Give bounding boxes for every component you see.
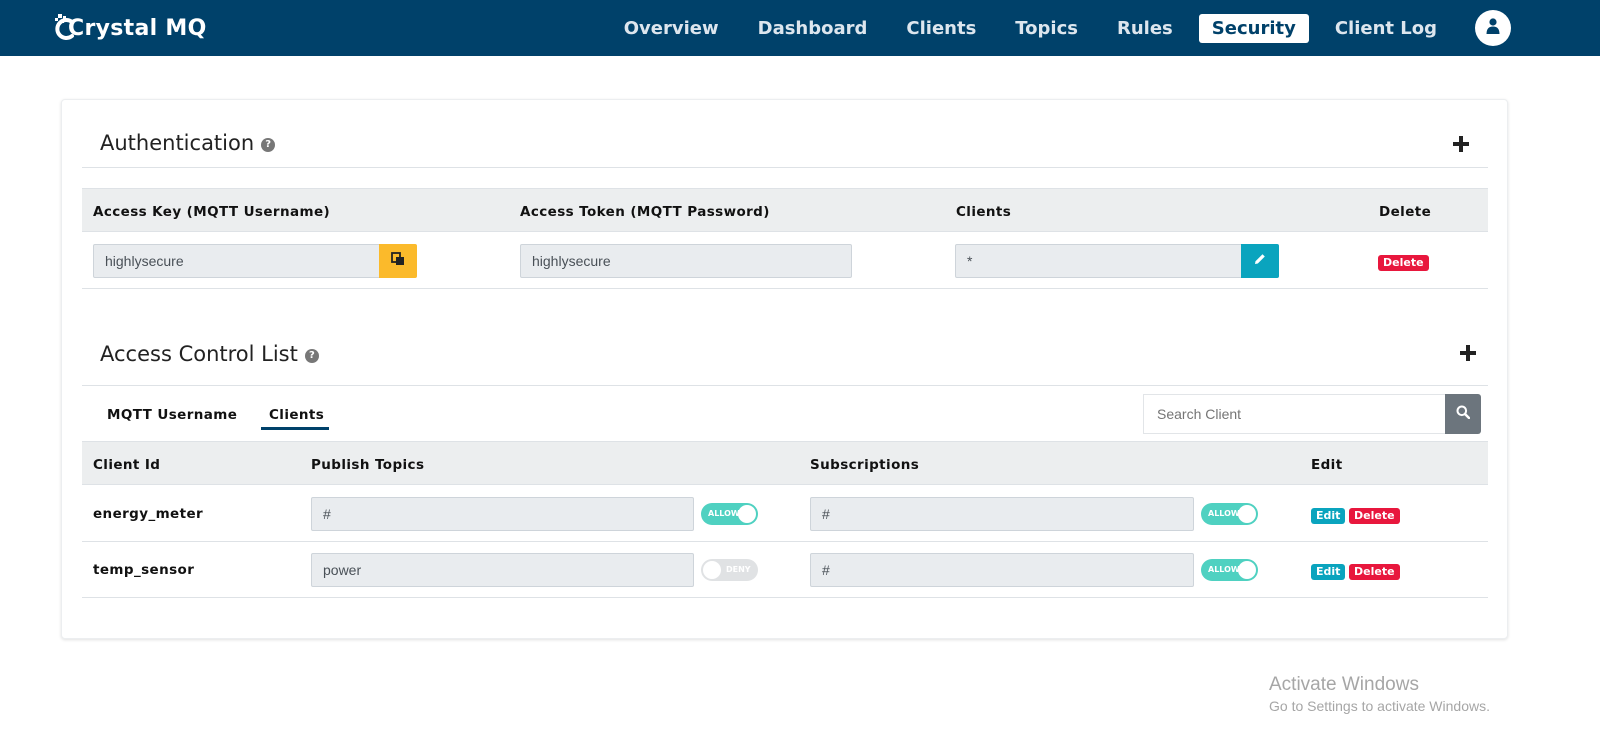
- search-button[interactable]: [1445, 394, 1481, 434]
- nav-links: Overview Dashboard Clients Topics Rules …: [598, 0, 1450, 56]
- copy-icon: [391, 251, 405, 271]
- watermark-line-1: Activate Windows: [1269, 674, 1419, 695]
- header-edit: Edit: [1311, 457, 1343, 473]
- auth-clients-field[interactable]: *: [955, 244, 1242, 278]
- header-clients: Clients: [956, 204, 1012, 220]
- client-id-cell: energy_meter: [93, 506, 204, 522]
- auth-row-divider: [82, 288, 1488, 289]
- toggle-knob: [703, 561, 721, 579]
- access-token-field[interactable]: highlysecure: [520, 244, 852, 278]
- acl-table-header: Client Id Publish Topics Subscriptions E…: [82, 441, 1488, 485]
- toggle-knob: [1238, 561, 1256, 579]
- user-avatar-button[interactable]: [1475, 10, 1511, 46]
- publish-deny-toggle[interactable]: DENY: [701, 559, 758, 581]
- toggle-knob: [738, 505, 756, 523]
- question-circle-icon[interactable]: ?: [304, 348, 319, 363]
- header-access-key: Access Key (MQTT Username): [93, 204, 331, 220]
- top-navbar: Crystal MQ Overview Dashboard Clients To…: [0, 0, 1600, 56]
- toggle-knob: [1238, 505, 1256, 523]
- acl-row-divider: [82, 541, 1488, 542]
- toggle-label: DENY: [726, 565, 751, 574]
- header-client-id: Client Id: [93, 457, 161, 473]
- publish-topics-field[interactable]: #: [311, 497, 694, 531]
- header-subscriptions: Subscriptions: [810, 457, 920, 473]
- delete-auth-button[interactable]: Delete: [1378, 255, 1429, 271]
- search-icon: [1456, 405, 1471, 424]
- delete-acl-button[interactable]: Delete: [1349, 564, 1400, 580]
- nav-security[interactable]: Security: [1198, 13, 1309, 43]
- security-card: Authentication ? Access Key (MQTT Userna…: [61, 99, 1508, 639]
- header-access-token: Access Token (MQTT Password): [520, 204, 770, 220]
- watermark-line-2: Go to Settings to activate Windows.: [1269, 698, 1490, 714]
- active-tab-underline: [261, 427, 329, 430]
- header-delete: Delete: [1379, 204, 1432, 220]
- header-publish-topics: Publish Topics: [311, 457, 425, 473]
- subscriptions-field[interactable]: #: [810, 497, 1194, 531]
- pencil-icon: [1254, 252, 1266, 270]
- nav-clients[interactable]: Clients: [893, 14, 989, 43]
- access-key-field[interactable]: highlysecure: [93, 244, 380, 278]
- brand-name: Crystal MQ: [68, 15, 207, 41]
- publish-allow-toggle[interactable]: ALLOW: [701, 503, 758, 525]
- publish-topics-field[interactable]: power: [311, 553, 694, 587]
- user-icon: [1486, 17, 1500, 39]
- nav-topics[interactable]: Topics: [1002, 14, 1091, 43]
- nav-client-log[interactable]: Client Log: [1322, 14, 1450, 43]
- tab-mqtt-username[interactable]: MQTT Username: [107, 407, 237, 423]
- nav-rules[interactable]: Rules: [1104, 14, 1186, 43]
- subscribe-allow-toggle[interactable]: ALLOW: [1201, 503, 1258, 525]
- add-authentication-plus-icon[interactable]: [1452, 135, 1470, 153]
- brand-logo[interactable]: Crystal MQ: [52, 10, 207, 46]
- activate-windows-watermark: Activate Windows Go to Settings to activ…: [1269, 674, 1490, 714]
- nav-overview[interactable]: Overview: [611, 14, 732, 43]
- authentication-divider: [82, 167, 1488, 168]
- acl-divider: [82, 385, 1488, 386]
- toggle-label: ALLOW: [1208, 509, 1240, 518]
- search-client-input[interactable]: [1143, 394, 1445, 434]
- delete-acl-button[interactable]: Delete: [1349, 508, 1400, 524]
- acl-row-divider: [82, 597, 1488, 598]
- subscriptions-field[interactable]: #: [810, 553, 1194, 587]
- edit-auth-clients-button[interactable]: [1241, 244, 1279, 278]
- nav-dashboard[interactable]: Dashboard: [745, 14, 881, 43]
- edit-acl-button[interactable]: Edit: [1311, 508, 1346, 524]
- authentication-title-text: Authentication: [100, 131, 255, 155]
- acl-title-text: Access Control List: [100, 342, 298, 366]
- crystal-logo-icon: [52, 13, 78, 43]
- question-circle-icon[interactable]: ?: [261, 137, 276, 152]
- toggle-label: ALLOW: [1208, 565, 1240, 574]
- copy-access-key-button[interactable]: [379, 244, 417, 278]
- acl-title: Access Control List ?: [100, 342, 319, 366]
- subscribe-allow-toggle[interactable]: ALLOW: [1201, 559, 1258, 581]
- client-id-cell: temp_sensor: [93, 562, 195, 578]
- add-acl-plus-icon[interactable]: [1459, 344, 1477, 362]
- edit-acl-button[interactable]: Edit: [1311, 564, 1346, 580]
- toggle-label: ALLOW: [708, 509, 740, 518]
- authentication-title: Authentication ?: [100, 131, 276, 155]
- authentication-table-header: Access Key (MQTT Username) Access Token …: [82, 188, 1488, 232]
- tab-clients[interactable]: Clients: [269, 407, 324, 423]
